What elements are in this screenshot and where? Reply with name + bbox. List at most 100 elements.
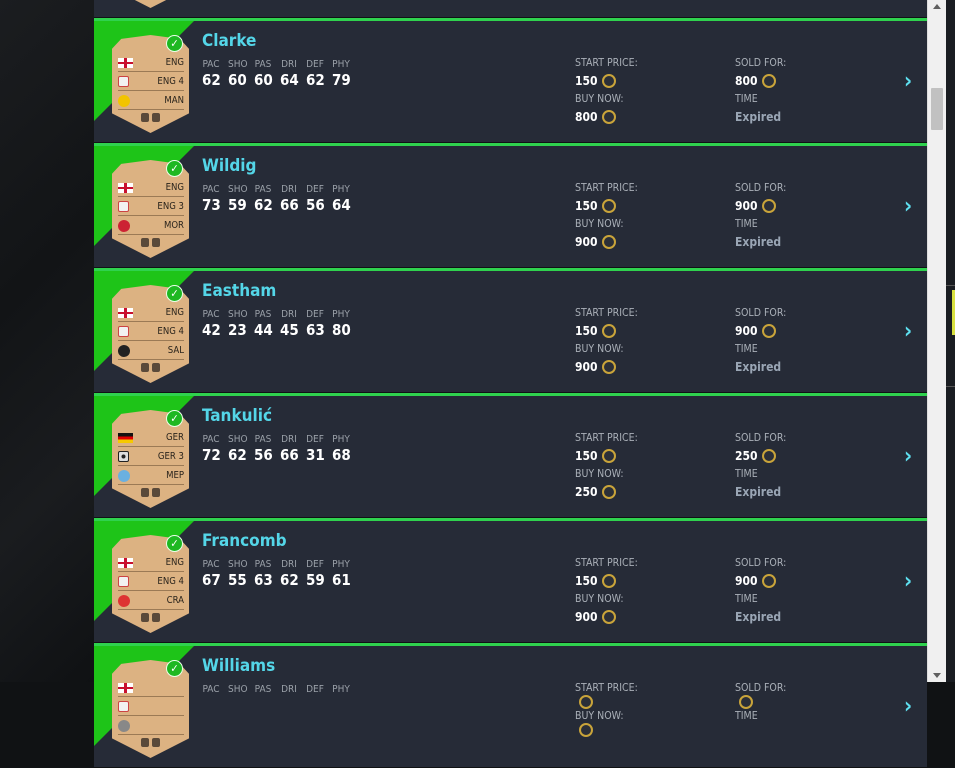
stat-label: DRI — [281, 309, 297, 320]
stat-def: DEF 62 — [306, 59, 325, 89]
stat-label: DEF — [306, 559, 324, 570]
player-row[interactable]: GER GER 3 MEP ✓ Tankulić PAC 72 SHO 62 PAS 56… — [94, 393, 927, 517]
nation-flag-icon — [118, 182, 133, 193]
buy-now-label: BUY NOW: — [575, 343, 624, 355]
chevron-right-icon[interactable]: › — [904, 569, 912, 594]
check-icon: ✓ — [166, 660, 183, 677]
time-label: TIME — [735, 218, 758, 230]
player-name: Eastham — [202, 281, 277, 301]
chemistry-icon — [141, 488, 149, 497]
start-price-label: START PRICE: — [575, 432, 638, 444]
stat-label: PAC — [202, 684, 220, 695]
coin-icon — [601, 199, 616, 213]
player-row[interactable]: ENG ENG 3 MOR ✓ Wildig PAC 73 SHO 59 PAS 62 DR… — [94, 143, 927, 267]
coin-icon — [739, 695, 753, 709]
player-row[interactable]: ENG ENG 4 SAL ✓ Eastham PAC 42 SHO 23 PAS 44 D… — [94, 268, 927, 392]
start-price-value — [575, 695, 638, 709]
stat-sho: SHO 23 — [228, 309, 248, 339]
stat-label: DRI — [281, 684, 297, 695]
time-value: Expired — [735, 485, 782, 499]
start-price-value: 150 — [575, 70, 638, 92]
league-icon — [118, 201, 129, 212]
sold-column: SOLD FOR: 250 TIME Expired — [735, 431, 786, 503]
club-badge-icon — [118, 94, 130, 107]
stat-label: PAC — [202, 309, 220, 320]
stat-pac: PAC 73 — [202, 184, 221, 214]
player-name: Williams — [202, 656, 276, 676]
coin-icon — [601, 449, 616, 463]
time-value: Expired — [735, 610, 782, 624]
stat-def: DEF — [306, 684, 324, 696]
coin-icon — [761, 74, 776, 88]
stat-pac: PAC 67 — [202, 559, 221, 589]
player-row[interactable]: ENG ENG 4 CRA ✓ Francomb PAC 67 SHO 55 PAS 63… — [94, 518, 927, 642]
chevron-right-icon[interactable]: › — [904, 444, 912, 469]
time-label: TIME — [735, 593, 758, 605]
start-price-value: 150 — [575, 445, 638, 467]
stat-dri: DRI 62 — [280, 559, 299, 589]
league-icon — [118, 701, 129, 712]
scrollbar[interactable] — [927, 0, 947, 682]
price-column: START PRICE: 150 BUY NOW: 800 — [575, 56, 638, 128]
player-card — [112, 0, 189, 8]
stat-dri: DRI 45 — [280, 309, 299, 339]
player-row[interactable]: ✓ Williams PAC SHO PAS DRI DEF PHY START PRIC… — [94, 643, 927, 767]
chevron-right-icon[interactable]: › — [904, 319, 912, 344]
coin-icon — [601, 360, 616, 374]
stat-label: PHY — [332, 559, 350, 570]
price-column: START PRICE: 150 BUY NOW: 900 — [575, 556, 638, 628]
stat-value: 59 — [306, 571, 325, 589]
side-panel-edge — [946, 0, 955, 682]
player-row[interactable]: ✓ PACSHOPASDRIDEFPHY START PRICE: BUY NO… — [94, 0, 927, 17]
coin-icon — [579, 723, 593, 737]
player-row[interactable]: ENG ENG 4 MAN ✓ Clarke PAC 62 SHO 60 PAS 60 DR… — [94, 18, 927, 142]
coin-icon — [601, 324, 616, 338]
divider — [946, 386, 955, 387]
club-badge-icon — [118, 344, 130, 357]
coin-icon — [601, 610, 616, 624]
scrollbar-thumb[interactable] — [931, 88, 943, 130]
stat-value: 80 — [332, 321, 351, 339]
price-column: START PRICE: 150 BUY NOW: 900 — [575, 306, 638, 378]
chemistry-icon — [141, 238, 149, 247]
coin-icon — [761, 449, 776, 463]
stat-label: PAS — [254, 184, 272, 195]
chemistry-icon — [141, 363, 149, 372]
scroll-up-icon[interactable] — [933, 4, 941, 9]
coin-icon — [601, 110, 616, 124]
stat-value: 72 — [202, 446, 221, 464]
start-price-label: START PRICE: — [575, 682, 638, 694]
stat-value: 42 — [202, 321, 221, 339]
scroll-down-icon[interactable] — [933, 673, 941, 678]
stats: PAC 62 SHO 60 PAS 60 DRI 64 DEF 62 PHY 79 — [202, 59, 351, 89]
stat-label: DEF — [306, 309, 324, 320]
stat-value: 31 — [306, 446, 325, 464]
stat-value: 63 — [254, 571, 273, 589]
chevron-right-icon[interactable]: › — [904, 194, 912, 219]
stat-def: DEF 63 — [306, 309, 325, 339]
stat-value: 63 — [306, 321, 325, 339]
chemistry-icon — [141, 613, 149, 622]
stat-dri: DRI — [280, 684, 298, 696]
stat-label: DRI — [281, 184, 297, 195]
chevron-right-icon[interactable]: › — [904, 69, 912, 94]
check-icon: ✓ — [166, 160, 183, 177]
stat-value: 55 — [228, 571, 247, 589]
divider — [946, 285, 955, 286]
start-price-value: 150 — [575, 320, 638, 342]
rating-icon — [152, 488, 160, 497]
stat-label: SHO — [228, 59, 248, 70]
coin-icon — [601, 74, 616, 88]
coin-icon — [761, 199, 776, 213]
buy-now-label: BUY NOW: — [575, 93, 624, 105]
rating-icon — [152, 613, 160, 622]
sold-for-value: 900 — [735, 570, 786, 592]
stats: PAC 72 SHO 62 PAS 56 DRI 66 DEF 31 PHY 68 — [202, 434, 351, 464]
stat-label: PAC — [202, 184, 220, 195]
stat-dri: DRI 66 — [280, 434, 299, 464]
sold-column: SOLD FOR: 900 TIME Expired — [735, 306, 786, 378]
stat-value: 66 — [280, 446, 299, 464]
time-value: Expired — [735, 360, 782, 374]
chevron-right-icon[interactable]: › — [904, 694, 912, 719]
stat-value: 62 — [254, 196, 273, 214]
